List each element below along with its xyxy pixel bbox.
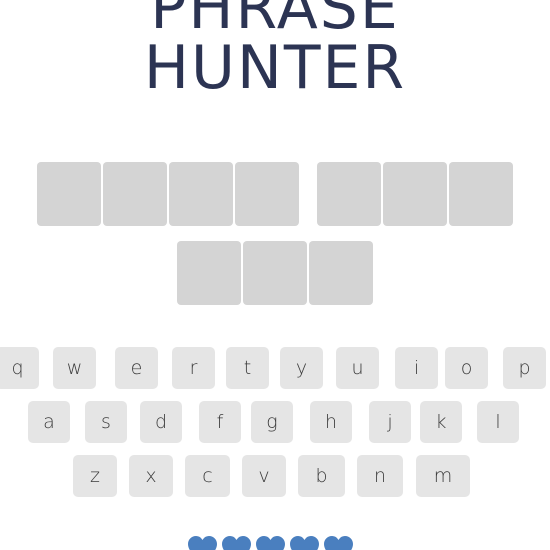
lives-bar (188, 536, 358, 550)
letter-tile (383, 162, 447, 226)
phrase-row (0, 162, 550, 226)
key-m[interactable]: m (416, 455, 470, 497)
letter-tile (37, 162, 101, 226)
letter-tile (177, 241, 241, 305)
key-i[interactable]: i (395, 347, 438, 389)
key-o[interactable]: o (445, 347, 488, 389)
key-g[interactable]: g (251, 401, 293, 443)
key-y[interactable]: y (280, 347, 323, 389)
keyboard-row: asdfghjkl (0, 401, 550, 443)
key-w[interactable]: w (53, 347, 96, 389)
key-x[interactable]: x (129, 455, 173, 497)
key-d[interactable]: d (140, 401, 182, 443)
key-r[interactable]: r (172, 347, 215, 389)
heart-icon (188, 536, 217, 550)
letter-tile (243, 241, 307, 305)
key-v[interactable]: v (242, 455, 286, 497)
key-p[interactable]: p (503, 347, 546, 389)
key-k[interactable]: k (420, 401, 462, 443)
key-f[interactable]: f (199, 401, 241, 443)
heart-icon (256, 536, 285, 550)
keyboard-row: qwertyuiop (0, 347, 550, 389)
letter-tile (103, 162, 167, 226)
game-title: PHRASE HUNTER (0, 0, 550, 98)
key-q[interactable]: q (0, 347, 39, 389)
letter-tile (309, 241, 373, 305)
phrase-word (176, 241, 374, 305)
phrase-word (36, 162, 300, 226)
key-l[interactable]: l (477, 401, 519, 443)
letter-tile (317, 162, 381, 226)
keyboard-row: zxcvbnm (0, 455, 550, 497)
phrase-word (316, 162, 514, 226)
phrase-row (0, 241, 550, 305)
key-t[interactable]: t (226, 347, 269, 389)
title-line-2: HUNTER (143, 33, 407, 103)
key-c[interactable]: c (185, 455, 230, 497)
key-z[interactable]: z (73, 455, 117, 497)
key-e[interactable]: e (115, 347, 158, 389)
letter-tile (235, 162, 299, 226)
key-s[interactable]: s (85, 401, 127, 443)
heart-icon (222, 536, 251, 550)
key-u[interactable]: u (336, 347, 379, 389)
phrase-board (0, 162, 550, 320)
key-n[interactable]: n (357, 455, 403, 497)
heart-icon (324, 536, 353, 550)
heart-icon (290, 536, 319, 550)
key-b[interactable]: b (298, 455, 345, 497)
key-j[interactable]: j (369, 401, 411, 443)
letter-tile (169, 162, 233, 226)
game-screen: PHRASE HUNTER qwertyuiop asdfghjkl zxcvbnm (0, 0, 550, 550)
key-h[interactable]: h (310, 401, 352, 443)
key-a[interactable]: a (28, 401, 70, 443)
letter-tile (449, 162, 513, 226)
